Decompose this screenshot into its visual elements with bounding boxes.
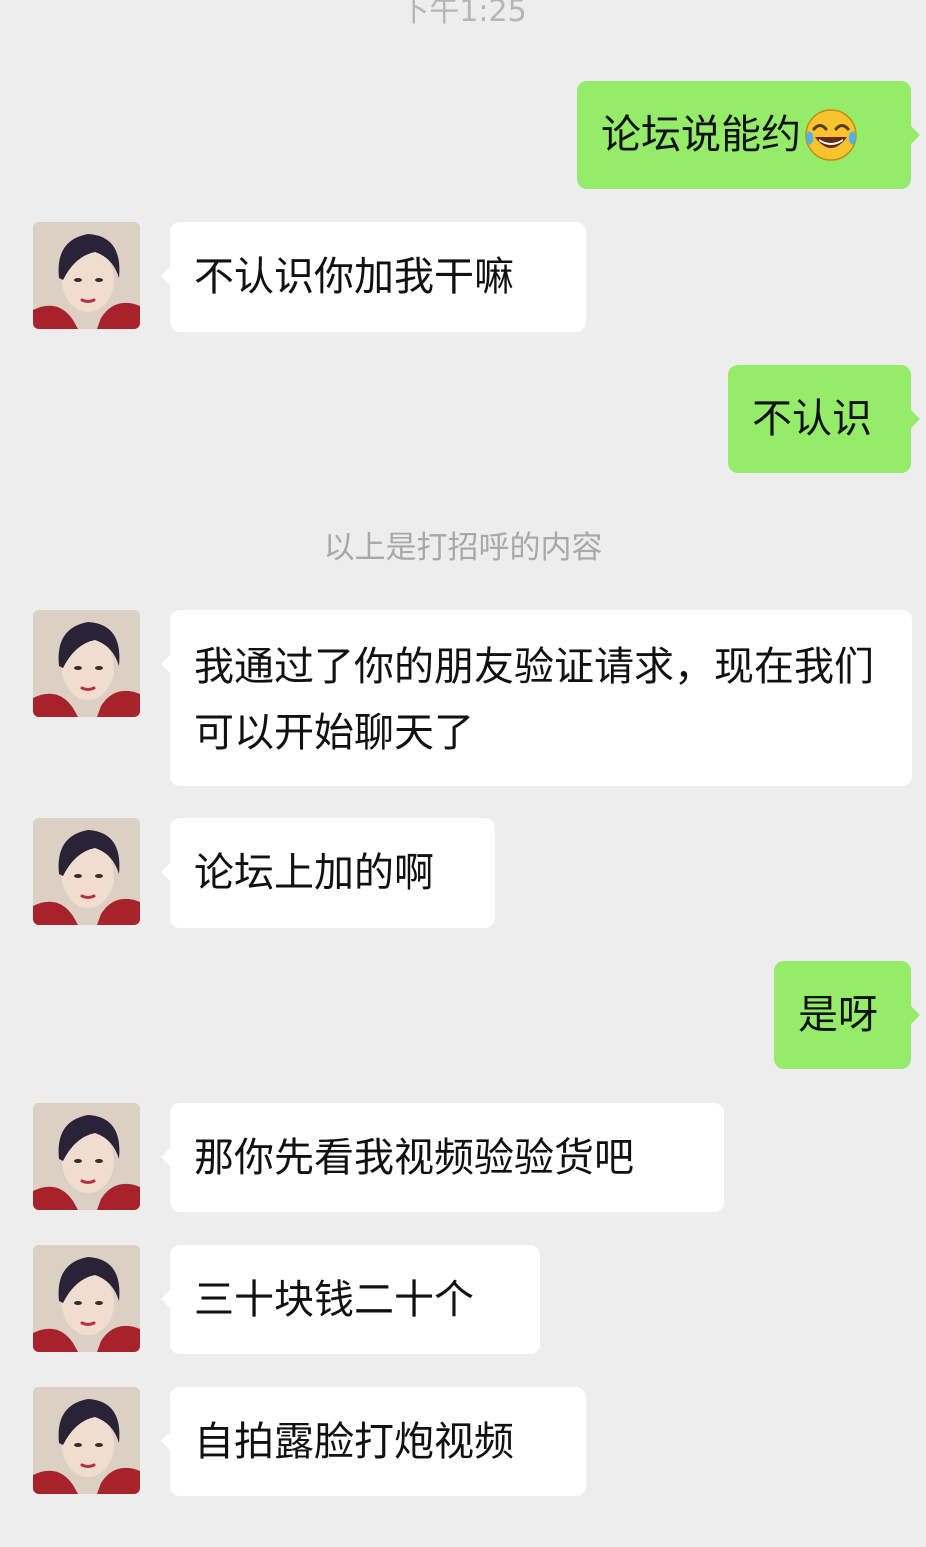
- contact-avatar[interactable]: [33, 222, 140, 329]
- message-bubble-incoming[interactable]: 三十块钱二十个: [161, 1245, 540, 1354]
- laughing-with-tears-emoji-icon: [803, 107, 859, 163]
- message-text: 论坛说能约: [601, 112, 801, 158]
- message-text: 我通过了你的朋友验证请求，现在我们可以开始聊天了: [194, 644, 874, 756]
- message-text: 论坛上加的啊: [194, 850, 434, 896]
- contact-avatar[interactable]: [33, 1245, 140, 1352]
- message-bubble-incoming[interactable]: 不认识你加我干嘛: [161, 222, 586, 332]
- message-text: 不认识你加我干嘛: [194, 254, 514, 300]
- system-notice: 以上是打招呼的内容: [323, 530, 603, 566]
- message-text: 自拍露脸打炮视频: [194, 1418, 514, 1465]
- message-bubble-incoming[interactable]: 论坛上加的啊: [161, 818, 495, 928]
- message-text: 是呀: [798, 992, 878, 1038]
- message-bubble-outgoing[interactable]: 论坛说能约: [577, 81, 920, 189]
- contact-avatar[interactable]: [33, 818, 140, 925]
- message-bubble-outgoing[interactable]: 不认识: [728, 365, 920, 473]
- message-bubble-incoming[interactable]: 那你先看我视频验验货吧: [161, 1103, 724, 1212]
- message-bubble-incoming[interactable]: 自拍露脸打炮视频: [161, 1387, 586, 1496]
- message-text: 三十块钱二十个: [194, 1276, 474, 1323]
- message-bubble-incoming[interactable]: 我通过了你的朋友验证请求，现在我们可以开始聊天了: [161, 610, 912, 786]
- timestamp: 下午1:25: [399, 0, 527, 29]
- contact-avatar[interactable]: [33, 1387, 140, 1494]
- contact-avatar[interactable]: [33, 1103, 140, 1210]
- message-text: 不认识: [752, 396, 872, 442]
- contact-avatar[interactable]: [33, 610, 140, 717]
- message-text: 那你先看我视频验验货吧: [194, 1134, 634, 1181]
- message-bubble-outgoing[interactable]: 是呀: [774, 961, 920, 1069]
